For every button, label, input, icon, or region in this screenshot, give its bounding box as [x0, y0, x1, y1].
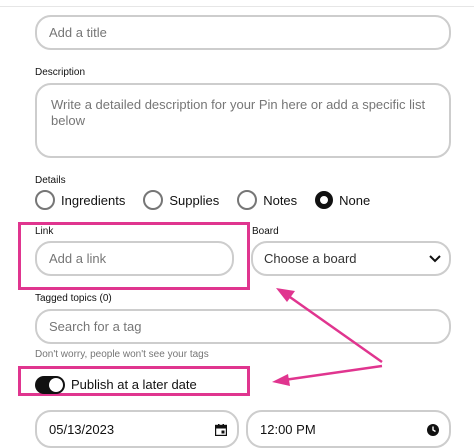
- board-select[interactable]: Choose a board: [251, 241, 451, 276]
- radio-label-ingredients: Ingredients: [61, 192, 126, 208]
- tag-search-input[interactable]: Search for a tag: [35, 309, 451, 344]
- link-placeholder: Add a link: [49, 251, 107, 266]
- radio-circle: [237, 190, 258, 210]
- description-textarea[interactable]: Write a detailed description for your Pi…: [35, 83, 451, 158]
- tag-placeholder: Search for a tag: [49, 319, 142, 334]
- publish-label: Publish at a later date: [71, 377, 197, 392]
- clock-icon[interactable]: [427, 424, 439, 436]
- radio-ingredients[interactable]: Ingredients: [35, 190, 125, 210]
- title-input[interactable]: Add a title: [35, 15, 451, 50]
- top-divider: [0, 6, 474, 7]
- toggle-knob: [49, 378, 63, 392]
- radio-notes[interactable]: Notes: [237, 190, 297, 210]
- arrow-to-publish-head: [272, 374, 290, 386]
- date-input[interactable]: 05/13/2023: [35, 410, 239, 448]
- tags-hint: Don't worry, people won't see your tags: [35, 349, 209, 360]
- details-label: Details: [35, 175, 66, 186]
- radio-supplies[interactable]: Supplies: [143, 190, 219, 210]
- board-value: Choose a board: [264, 251, 357, 266]
- time-input[interactable]: 12:00 PM: [246, 410, 451, 448]
- radio-label-notes: Notes: [263, 192, 298, 208]
- title-placeholder: Add a title: [49, 25, 107, 40]
- radio-circle-selected: [315, 191, 334, 209]
- date-value: 05/13/2023: [49, 421, 115, 437]
- tags-label: Tagged topics (0): [35, 293, 112, 304]
- link-label: Link: [35, 226, 54, 237]
- details-radio-group: Ingredients Supplies Notes None: [35, 190, 388, 210]
- radio-none[interactable]: None: [315, 191, 370, 209]
- arrow-to-publish-line: [283, 364, 383, 382]
- time-value: 12:00 PM: [260, 421, 316, 437]
- radio-circle: [35, 190, 55, 210]
- calendar-icon[interactable]: [215, 424, 227, 436]
- publish-toggle[interactable]: [35, 376, 65, 394]
- radio-label-supplies: Supplies: [169, 192, 220, 208]
- description-label: Description: [35, 67, 86, 78]
- radio-label-none: None: [339, 192, 371, 208]
- radio-circle: [143, 190, 164, 210]
- chevron-down-icon: [429, 255, 441, 263]
- description-placeholder: Write a detailed description for your Pi…: [51, 97, 426, 128]
- board-label: Board: [252, 226, 279, 237]
- link-input[interactable]: Add a link: [35, 241, 234, 276]
- arrow-to-link-head: [276, 288, 295, 302]
